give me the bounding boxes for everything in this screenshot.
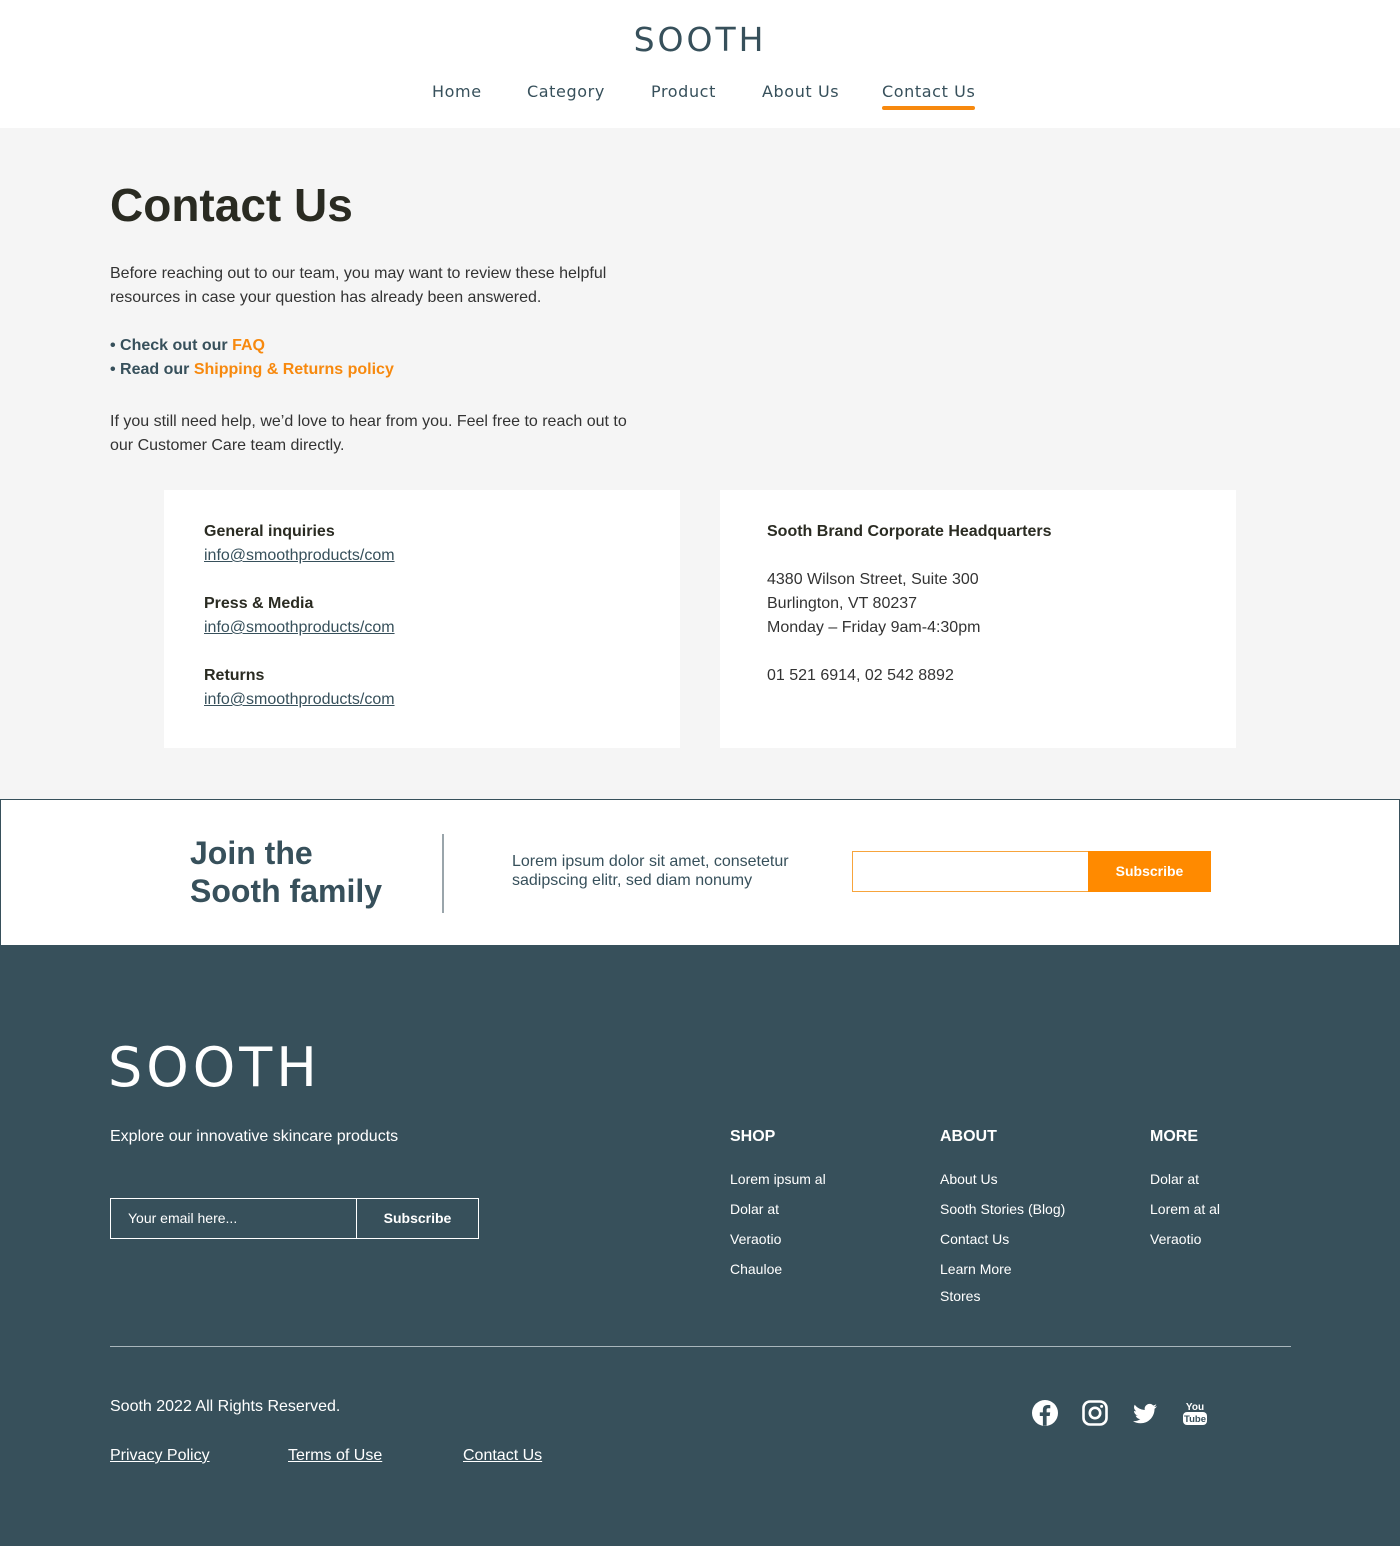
outro-text: If you still need help, we’d love to hea… xyxy=(110,413,627,454)
returns-email[interactable]: info@smoothproducts/com xyxy=(204,688,395,712)
newsletter-subscribe-button[interactable]: Subscribe xyxy=(1088,851,1211,892)
footer-email-input[interactable]: Your email here... xyxy=(110,1198,357,1239)
press-media-email[interactable]: info@smoothproducts/com xyxy=(204,616,395,640)
nav-about-us[interactable]: About Us xyxy=(762,82,839,101)
headquarters-card: Sooth Brand Corporate Headquarters 4380 … xyxy=(720,490,1236,748)
general-inquiries-email[interactable]: info@smoothproducts/com xyxy=(204,544,395,568)
hq-phones: 01 521 6914, 02 542 8892 xyxy=(767,667,954,684)
footer-shop-link[interactable]: Dolar at xyxy=(730,1201,779,1217)
site-footer: SOOTH Explore our innovative skincare pr… xyxy=(0,946,1400,1546)
privacy-policy-link[interactable]: Privacy Policy xyxy=(110,1447,210,1465)
twitter-icon[interactable] xyxy=(1130,1398,1160,1428)
newsletter-band: Join the Sooth family Lorem ipsum dolor … xyxy=(0,799,1400,946)
footer-contact-us-link[interactable]: Contact Us xyxy=(463,1447,542,1465)
hq-title: Sooth Brand Corporate Headquarters xyxy=(767,523,1052,540)
site-header: SOOTH Home Category Product About Us Con… xyxy=(0,0,1400,128)
footer-about-link[interactable]: About Us xyxy=(940,1171,998,1187)
footer-divider xyxy=(110,1346,1291,1347)
hq-hours: Monday – Friday 9am-4:30pm xyxy=(767,619,981,636)
newsletter-title-line2: Sooth family xyxy=(190,873,383,909)
footer-about-link[interactable]: Contact Us xyxy=(940,1231,1009,1247)
hq-address-line2: Burlington, VT 80237 xyxy=(767,595,918,612)
newsletter-text: Lorem ipsum dolor sit amet, consetetur s… xyxy=(512,853,789,889)
footer-more-link[interactable]: Lorem at al xyxy=(1150,1201,1220,1217)
footer-more-link[interactable]: Veraotio xyxy=(1150,1231,1201,1247)
footer-more-heading: MORE xyxy=(1150,1128,1198,1145)
footer-shop-link[interactable]: Veraotio xyxy=(730,1231,781,1247)
instagram-icon[interactable] xyxy=(1080,1398,1110,1428)
returns-label: Returns xyxy=(204,667,265,684)
footer-shop-link[interactable]: Lorem ipsum al xyxy=(730,1171,826,1187)
nav-category[interactable]: Category xyxy=(527,82,605,101)
bullet-prefix: • Read our xyxy=(110,361,194,378)
nav-product[interactable]: Product xyxy=(651,82,716,101)
footer-about-heading: ABOUT xyxy=(940,1128,997,1145)
newsletter-email-input[interactable] xyxy=(852,851,1089,892)
youtube-icon[interactable]: You Tube xyxy=(1180,1398,1210,1428)
brand-logo[interactable]: SOOTH xyxy=(0,20,1400,59)
footer-about-link[interactable]: Learn More xyxy=(940,1261,1012,1277)
svg-text:You: You xyxy=(1186,1402,1204,1413)
hq-address-line1: 4380 Wilson Street, Suite 300 xyxy=(767,571,979,588)
footer-tagline: Explore our innovative skincare products xyxy=(110,1128,399,1145)
footer-shop-heading: SHOP xyxy=(730,1128,776,1145)
footer-subscribe-button[interactable]: Subscribe xyxy=(356,1198,479,1239)
terms-of-use-link[interactable]: Terms of Use xyxy=(288,1447,382,1465)
newsletter-title: Join the Sooth family xyxy=(190,834,382,910)
nav-contact-us[interactable]: Contact Us xyxy=(882,82,976,110)
footer-copyright: Sooth 2022 All Rights Reserved. xyxy=(110,1398,341,1415)
footer-more-link[interactable]: Dolar at xyxy=(1150,1171,1199,1187)
newsletter-divider xyxy=(442,834,444,913)
shipping-returns-link[interactable]: Shipping & Returns policy xyxy=(194,361,394,378)
footer-about-link[interactable]: Stores xyxy=(940,1288,980,1304)
footer-about-link[interactable]: Sooth Stories (Blog) xyxy=(940,1201,1065,1217)
svg-text:Tube: Tube xyxy=(1184,1414,1206,1425)
intro-text: Before reaching out to our team, you may… xyxy=(110,265,607,306)
press-media-label: Press & Media xyxy=(204,595,314,612)
newsletter-title-line1: Join the xyxy=(190,835,313,871)
shipping-bullet: • Read our Shipping & Returns policy xyxy=(110,358,394,382)
nav-home[interactable]: Home xyxy=(432,82,482,101)
facebook-icon[interactable] xyxy=(1030,1398,1060,1428)
general-inquiries-label: General inquiries xyxy=(204,523,335,540)
faq-link[interactable]: FAQ xyxy=(232,337,265,354)
footer-shop-link[interactable]: Chauloe xyxy=(730,1261,782,1277)
page-title: Contact Us xyxy=(110,179,353,231)
bullet-prefix: • Check out our xyxy=(110,337,233,354)
footer-logo[interactable]: SOOTH xyxy=(108,1036,321,1099)
contact-emails-card: General inquiries info@smoothproducts/co… xyxy=(164,490,680,748)
faq-bullet: • Check out our FAQ xyxy=(110,334,265,358)
